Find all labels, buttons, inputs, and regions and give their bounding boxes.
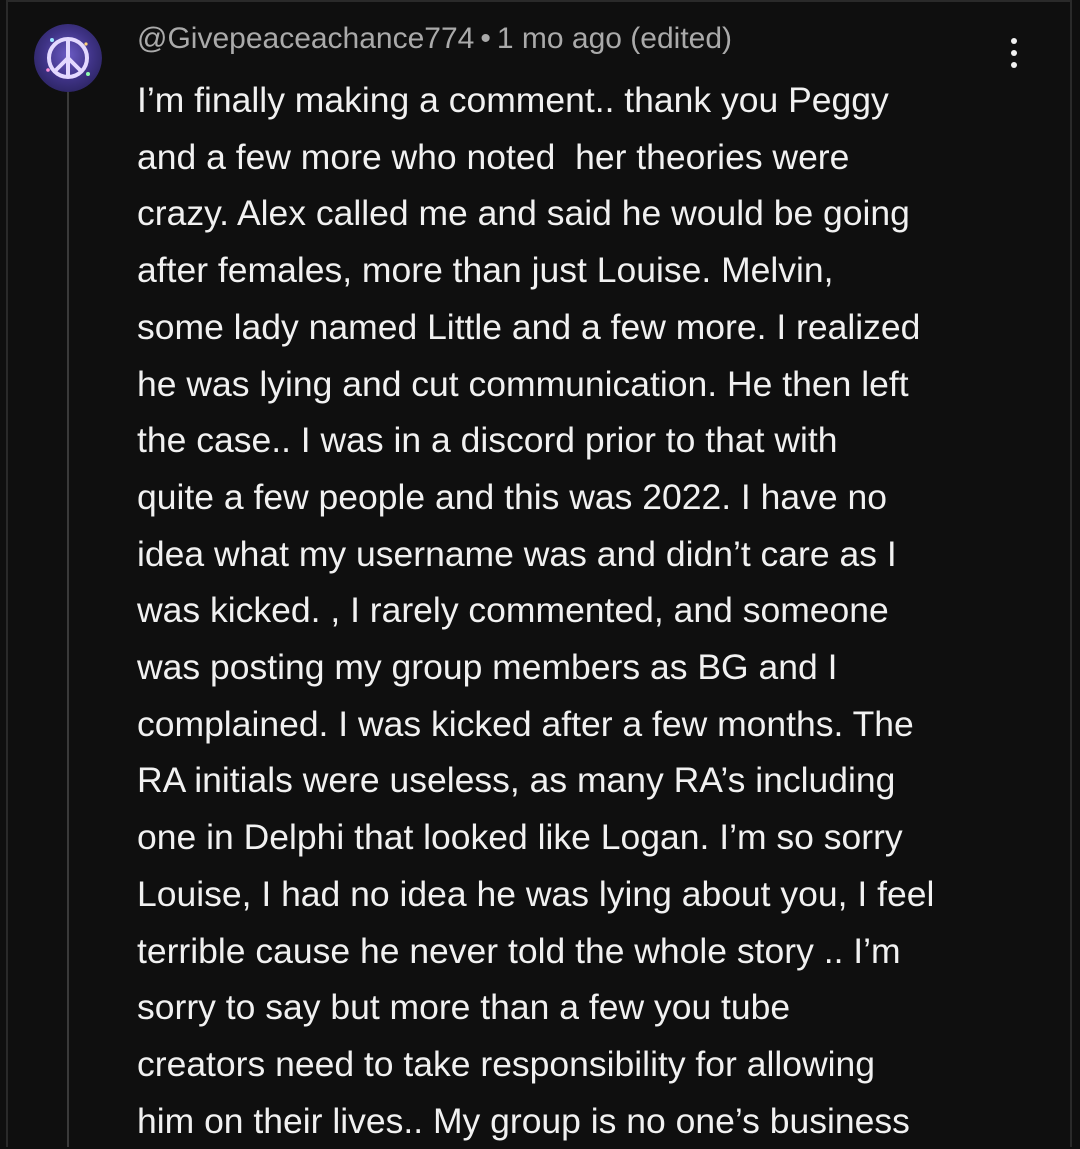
comment-line: quite a few people and this was 2022. I … bbox=[137, 476, 887, 517]
comment-body: I’m finally making a comment.. thank you… bbox=[137, 72, 1017, 1149]
avatar[interactable] bbox=[34, 24, 102, 92]
comment-line: terrible cause he never told the whole s… bbox=[137, 930, 901, 971]
more-dot bbox=[1011, 38, 1017, 44]
comment-line: idea what my username was and didn’t car… bbox=[137, 533, 897, 574]
comment-line: and a few more who noted her theories we… bbox=[137, 136, 850, 177]
comment-line: Louise, I had no idea he was lying about… bbox=[137, 873, 935, 914]
more-dot bbox=[1011, 62, 1017, 68]
more-dot bbox=[1011, 50, 1017, 56]
more-vertical-icon[interactable] bbox=[994, 28, 1034, 78]
comment-line: some lady named Little and a few more. I… bbox=[137, 306, 921, 347]
comment-line: him on their lives.. My group is no one’… bbox=[137, 1100, 910, 1141]
reply-thread-line bbox=[67, 88, 69, 1147]
comment-timestamp[interactable]: 1 mo ago (edited) bbox=[497, 22, 732, 55]
comment-line: complained. I was kicked after a few mon… bbox=[137, 703, 914, 744]
comment-meta: @Givepeaceachance774 • 1 mo ago (edited) bbox=[137, 18, 1017, 60]
comment-line: was kicked. , I rarely commented, and so… bbox=[137, 590, 889, 631]
comment-line: sorry to say but more than a few you tub… bbox=[137, 987, 791, 1028]
comment-author[interactable]: @Givepeaceachance774 bbox=[137, 22, 474, 55]
comment: @Givepeaceachance774 • 1 mo ago (edited) I… bbox=[137, 18, 1017, 1149]
comment-line: RA initials were useless, as many RA’s i… bbox=[137, 760, 896, 801]
comment-line: was posting my group members as BG and I bbox=[137, 647, 838, 688]
comment-line: crazy. Alex called me and said he would … bbox=[137, 193, 910, 234]
comment-line: he was lying and cut communication. He t… bbox=[137, 363, 909, 404]
comment-line: I’m finally making a comment.. thank you… bbox=[137, 80, 889, 120]
comment-line: one in Delphi that looked like Logan. I’… bbox=[137, 817, 903, 858]
peace-sign-icon bbox=[34, 24, 102, 92]
comment-line: creators need to take responsibility for… bbox=[137, 1043, 875, 1084]
meta-separator: • bbox=[480, 22, 491, 55]
comment-line: after females, more than just Louise. Me… bbox=[137, 250, 834, 291]
comment-line: the case.. I was in a discord prior to t… bbox=[137, 420, 838, 461]
